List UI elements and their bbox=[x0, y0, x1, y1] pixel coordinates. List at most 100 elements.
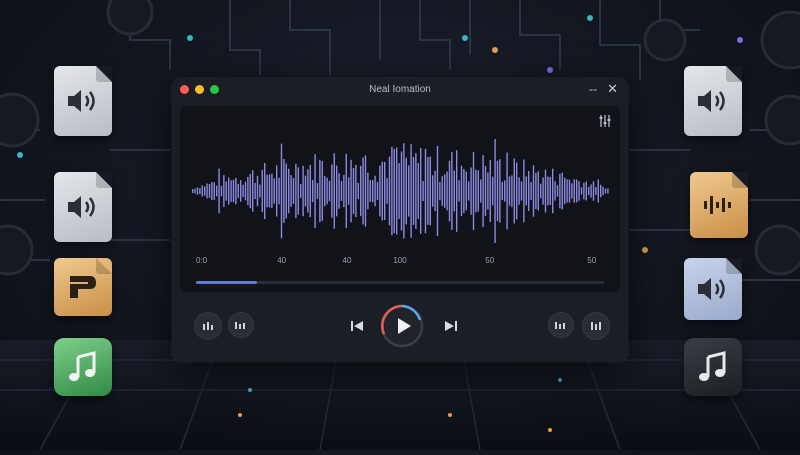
letter-p-app-icon[interactable] bbox=[54, 258, 112, 316]
waveform-bar bbox=[199, 188, 201, 194]
speaker-file-icon[interactable] bbox=[54, 66, 112, 136]
speaker-file-icon[interactable] bbox=[684, 66, 742, 136]
settings-icon[interactable] bbox=[598, 114, 612, 128]
waveform-bar bbox=[446, 171, 448, 211]
music-note-icon bbox=[699, 351, 726, 381]
play-button[interactable] bbox=[380, 304, 424, 348]
waveform-bar bbox=[283, 159, 285, 223]
playback-progress-bar[interactable] bbox=[196, 281, 604, 284]
waveform-bar bbox=[235, 177, 237, 205]
waveform-bar bbox=[331, 164, 333, 218]
speaker-file-icon[interactable] bbox=[54, 172, 112, 242]
waveform-bar bbox=[324, 175, 326, 207]
waveform-bar bbox=[504, 180, 506, 202]
waveform-bar bbox=[552, 168, 554, 214]
letter-p-icon bbox=[70, 276, 96, 298]
minimize-button[interactable]: -- bbox=[589, 82, 597, 96]
equalizer-button[interactable] bbox=[194, 312, 222, 340]
music-note-app-icon[interactable] bbox=[54, 338, 112, 396]
waveform-bar bbox=[583, 182, 585, 200]
timeline-tick: 0:0 bbox=[196, 256, 208, 265]
waveform-bar bbox=[537, 171, 539, 211]
waveform-bar bbox=[220, 185, 223, 197]
waveform-bar bbox=[511, 175, 513, 207]
waveform-bar bbox=[228, 177, 230, 205]
waveform-bar bbox=[494, 139, 496, 243]
waveform-bar bbox=[261, 169, 263, 213]
waveform-bar bbox=[297, 167, 299, 215]
waveform-bar bbox=[345, 153, 347, 229]
waveform-bar bbox=[249, 173, 251, 209]
waveform-bar bbox=[254, 182, 256, 200]
waveform-bar bbox=[600, 184, 602, 198]
waveform-bar bbox=[516, 162, 518, 220]
loop-bars-icon bbox=[555, 322, 565, 329]
waveform-bar bbox=[463, 168, 465, 214]
waveform-bar bbox=[444, 174, 446, 208]
waveform-bar bbox=[408, 165, 410, 217]
audio-waveform[interactable] bbox=[180, 136, 620, 246]
music-note-app-icon[interactable] bbox=[684, 338, 742, 396]
waveform-bar bbox=[338, 173, 340, 209]
waveform-bar bbox=[398, 163, 400, 219]
waveform-bar bbox=[352, 168, 355, 214]
waveform-bar bbox=[206, 183, 208, 199]
speaker-file-icon[interactable] bbox=[684, 258, 742, 320]
waveform-bar bbox=[232, 179, 235, 203]
queue-button[interactable] bbox=[582, 312, 610, 340]
waveform-bar bbox=[595, 187, 597, 195]
previous-track-button[interactable] bbox=[348, 317, 366, 335]
timeline-tick: 50 bbox=[587, 256, 597, 265]
waveform-bar bbox=[319, 159, 321, 223]
waveform-bar bbox=[477, 170, 479, 212]
waveform-file-icon[interactable] bbox=[690, 172, 748, 238]
window-controls: -- ✕ bbox=[589, 82, 618, 97]
waveform-bar bbox=[520, 181, 523, 201]
waveform-bar bbox=[412, 157, 415, 225]
waveform-bar bbox=[590, 184, 592, 198]
waveform-bar bbox=[302, 165, 304, 217]
waveform-bar bbox=[547, 176, 549, 206]
waveform-bar bbox=[597, 179, 599, 203]
waveform-bar bbox=[400, 151, 403, 231]
waveform-bar bbox=[340, 181, 343, 201]
waveform-bar bbox=[391, 146, 393, 236]
waveform-bar bbox=[439, 181, 441, 201]
waveform-bar bbox=[213, 182, 215, 200]
file-fold bbox=[96, 66, 112, 82]
next-track-button[interactable] bbox=[442, 317, 460, 335]
waveform-bar bbox=[386, 178, 388, 204]
audio-player-window: Neal Iomation -- ✕ 0:0 40 40 100 50 50 bbox=[172, 78, 628, 362]
waveform-bar bbox=[360, 165, 362, 217]
waveform-bar bbox=[288, 168, 290, 214]
waveform-bar bbox=[252, 170, 254, 212]
waveform-bar bbox=[568, 179, 571, 203]
queue-icon bbox=[591, 322, 601, 330]
waveform-bar bbox=[208, 184, 211, 198]
waveform-bar bbox=[372, 179, 374, 203]
waveform-bar bbox=[309, 164, 311, 218]
waveform-bar bbox=[326, 177, 328, 205]
waveform-bar bbox=[369, 180, 371, 202]
waveform-bar bbox=[417, 163, 419, 219]
waveform-bar bbox=[343, 174, 345, 208]
playback-controls bbox=[172, 300, 628, 356]
waveform-bar bbox=[559, 173, 561, 209]
waveform-bar bbox=[499, 159, 501, 223]
window-title: Neal Iomation bbox=[369, 84, 431, 95]
waveform-icon bbox=[704, 196, 731, 214]
waveform-bar bbox=[460, 165, 463, 217]
waveform-bar bbox=[396, 147, 398, 235]
waveform-bar bbox=[525, 176, 527, 206]
waveform-bar bbox=[367, 172, 369, 210]
waveform-bar bbox=[259, 184, 261, 198]
skip-back-icon bbox=[351, 321, 363, 331]
waveform-bar bbox=[576, 179, 578, 203]
loop-button[interactable] bbox=[548, 312, 574, 338]
waveform-bar bbox=[278, 177, 280, 205]
waveform-bar bbox=[429, 156, 431, 226]
timeline-tick: 40 bbox=[342, 256, 352, 265]
waveform-bar bbox=[489, 160, 491, 222]
close-button[interactable]: ✕ bbox=[607, 82, 618, 96]
audio-levels-button[interactable] bbox=[228, 312, 254, 338]
